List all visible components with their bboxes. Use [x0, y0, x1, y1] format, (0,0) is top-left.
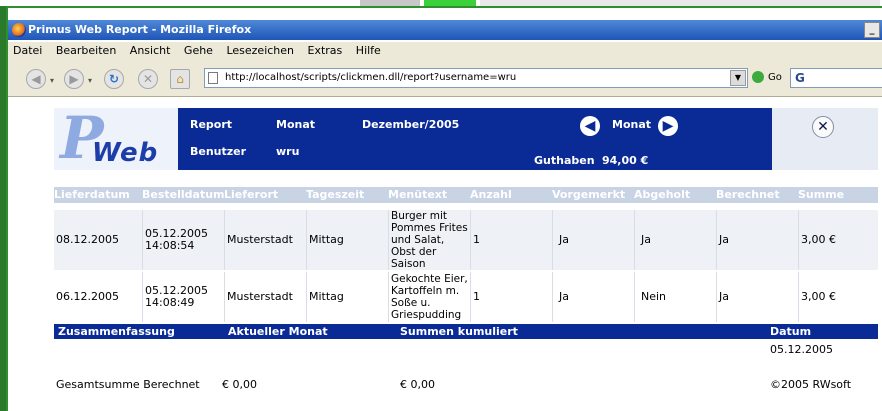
window-title: Primus Web Report - Mozilla Firefox	[28, 23, 252, 36]
cell-menutext: Gekochte Eier, Kartoffeln m. Soße u. Gri…	[388, 272, 470, 322]
reload-icon[interactable]: ↻	[104, 69, 124, 89]
browser-window: Primus Web Report - Mozilla Firefox _ Da…	[6, 6, 882, 411]
col-vorgemerkt: Vorgemerkt	[552, 188, 626, 201]
cell-lieferort: Musterstadt	[224, 272, 306, 322]
table-header: Lieferdatum Bestelldatum Lieferort Tages…	[54, 187, 878, 203]
url-dropdown-icon[interactable]: ▼	[730, 70, 746, 86]
guthaben-value: 94,00 €	[602, 154, 649, 167]
benutzer-label: Benutzer	[190, 145, 247, 158]
table-row: 08.12.2005 05.12.2005 14:08:54 Mustersta…	[54, 210, 878, 270]
address-bar[interactable]: http://localhost/scripts/clickmen.dll/re…	[204, 68, 748, 88]
cell-berechnet: Ja	[716, 272, 798, 322]
report-label: Report	[190, 118, 233, 131]
cell-tageszeit: Mittag	[306, 272, 388, 322]
cell-anzahl: 1	[470, 210, 552, 270]
close-cell: ✕	[772, 108, 878, 170]
navigation-toolbar: ◀ ▾ ▶ ▾ ↻ ✕ ⌂ http://localhost/scripts/c…	[8, 60, 882, 97]
report-header: P Web Report Monat Dezember/2005 ◀ Monat…	[54, 108, 878, 170]
go-button[interactable]: Go	[752, 70, 782, 86]
aktueller-monat-label: Aktueller Monat	[228, 325, 328, 338]
col-abgeholt: Abgeholt	[634, 188, 691, 201]
menu-bearbeiten[interactable]: Bearbeiten	[51, 42, 121, 60]
go-label: Go	[768, 72, 782, 83]
col-summe: Summe	[798, 188, 845, 201]
datum-value: 05.12.2005	[770, 343, 833, 356]
month-nav-label: Monat	[612, 118, 652, 131]
page-icon	[208, 72, 218, 84]
menu-bar: Datei Bearbeiten Ansicht Gehe Lesezeiche…	[8, 42, 882, 60]
summary-header: Zusammenfassung Aktueller Monat Summen k…	[54, 324, 878, 339]
search-input[interactable]: G	[790, 68, 882, 88]
forward-icon[interactable]: ▶	[64, 69, 84, 89]
table-row: 06.12.2005 05.12.2005 14:08:49 Mustersta…	[54, 272, 878, 322]
cell-anzahl: 1	[470, 272, 552, 322]
logo-text: Web	[92, 138, 159, 168]
gesamtsumme-label: Gesamtsumme Berechnet	[56, 378, 200, 391]
url-text: http://localhost/scripts/clickmen.dll/re…	[225, 72, 517, 83]
month-value: Dezember/2005	[362, 118, 460, 131]
cell-berechnet: Ja	[716, 210, 798, 270]
cell-menutext: Burger mit Pommes Frites und Salat, Obst…	[388, 210, 470, 270]
cell-bestelldatum: 05.12.2005 14:08:54	[142, 210, 224, 270]
cell-lieferdatum: 06.12.2005	[56, 290, 119, 303]
menu-lesezeichen[interactable]: Lesezeichen	[221, 42, 299, 60]
col-anzahl: Anzahl	[470, 188, 512, 201]
firefox-icon	[12, 23, 26, 37]
stop-icon[interactable]: ✕	[138, 69, 158, 89]
home-icon[interactable]: ⌂	[170, 69, 190, 89]
close-icon[interactable]: ✕	[812, 116, 834, 138]
cell-summe: 3,00 €	[798, 272, 878, 322]
cell-summe: 3,00 €	[798, 210, 878, 270]
menu-gehe[interactable]: Gehe	[179, 42, 218, 60]
cell-tageszeit: Mittag	[306, 210, 388, 270]
menu-ansicht[interactable]: Ansicht	[125, 42, 176, 60]
next-month-icon[interactable]: ▶	[658, 116, 678, 136]
cell-abgeholt: Nein	[634, 272, 716, 322]
user-value: wru	[276, 145, 300, 158]
pweb-logo: P Web	[54, 108, 178, 170]
col-bestelldatum: Bestelldatum	[142, 188, 225, 201]
col-berechnet: Berechnet	[716, 188, 780, 201]
forward-dropdown-icon[interactable]: ▾	[88, 76, 92, 85]
cell-vorgemerkt: Ja	[552, 272, 634, 322]
cell-abgeholt: Ja	[634, 210, 716, 270]
aktuell-value: € 0,00	[222, 378, 257, 391]
menu-extras[interactable]: Extras	[303, 42, 348, 60]
minimize-button[interactable]: _	[864, 22, 880, 38]
kumuliert-value: € 0,00	[400, 378, 435, 391]
back-icon[interactable]: ◀	[26, 69, 46, 89]
page-content: P Web Report Monat Dezember/2005 ◀ Monat…	[8, 97, 882, 411]
cell-bestelldatum: 05.12.2005 14:08:49	[142, 272, 224, 322]
col-lieferdatum: Lieferdatum	[54, 188, 130, 201]
col-menutext: Menütext	[388, 188, 448, 201]
datum-label: Datum	[770, 325, 812, 338]
previous-month-icon[interactable]: ◀	[580, 116, 600, 136]
col-lieferort: Lieferort	[224, 188, 279, 201]
guthaben-label: Guthaben	[534, 154, 595, 167]
title-bar: Primus Web Report - Mozilla Firefox _	[8, 20, 882, 40]
cell-lieferort: Musterstadt	[224, 210, 306, 270]
monat-label: Monat	[276, 118, 316, 131]
menu-datei[interactable]: Datei	[8, 42, 47, 60]
cell-lieferdatum: 08.12.2005	[56, 233, 119, 246]
go-icon	[752, 71, 764, 83]
menu-hilfe[interactable]: Hilfe	[351, 42, 386, 60]
back-dropdown-icon[interactable]: ▾	[50, 76, 54, 85]
cell-vorgemerkt: Ja	[552, 210, 634, 270]
col-tageszeit: Tageszeit	[306, 188, 365, 201]
copyright: ©2005 RWsoft	[770, 378, 852, 391]
summen-kumuliert-label: Summen kumuliert	[400, 325, 518, 338]
zusammenfassung-label: Zusammenfassung	[58, 325, 175, 338]
